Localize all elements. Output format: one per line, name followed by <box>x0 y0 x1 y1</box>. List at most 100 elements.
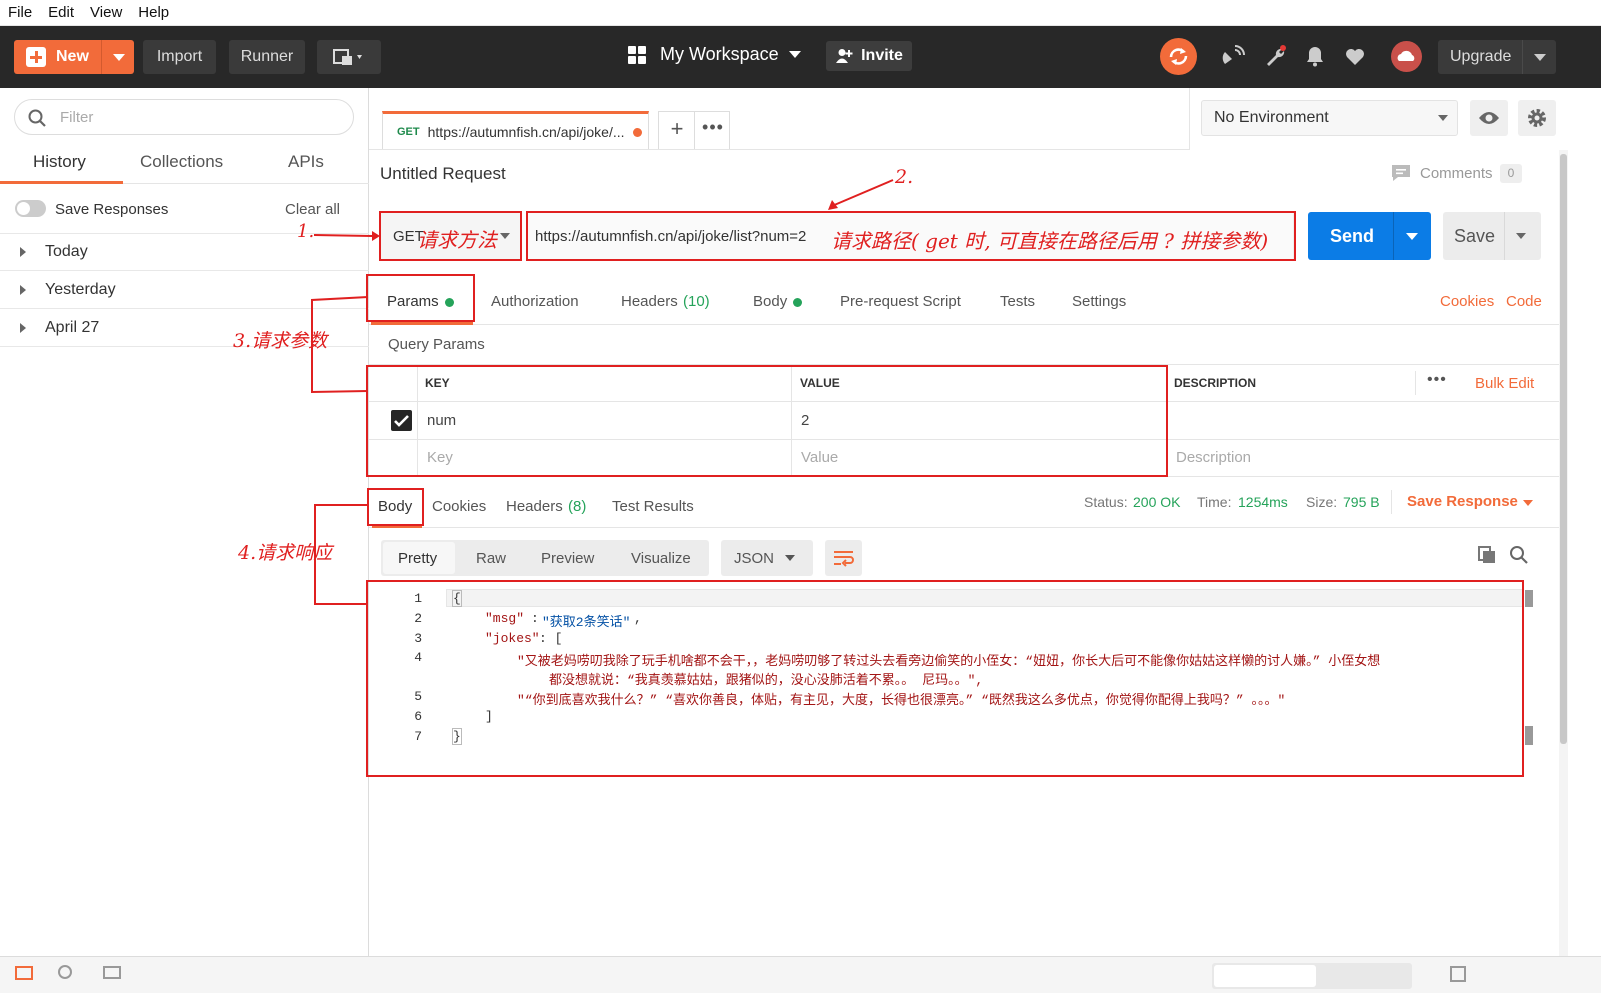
size-label: Size: <box>1306 494 1338 510</box>
bell-icon[interactable] <box>1303 44 1327 68</box>
tab-authorization[interactable]: Authorization <box>491 293 579 310</box>
chevron-down-icon[interactable] <box>1523 500 1533 506</box>
plus-icon <box>26 47 46 67</box>
search-icon[interactable] <box>1509 545 1529 565</box>
more-tabs-icon[interactable]: ••• <box>702 117 724 139</box>
request-title[interactable]: Untitled Request <box>380 164 506 184</box>
time-value: 1254ms <box>1238 494 1288 510</box>
status-bar <box>0 956 1601 993</box>
chevron-down-icon[interactable] <box>1516 233 1526 239</box>
avatar[interactable] <box>1391 41 1422 72</box>
new-button[interactable]: New <box>14 40 134 74</box>
environment-quick-look-button[interactable] <box>1470 100 1508 136</box>
response-view-switch: Pretty Raw Preview Visualize <box>381 540 709 576</box>
annotation-bracket-3 <box>311 296 369 394</box>
copy-icon[interactable] <box>1477 545 1497 565</box>
annotation-arrow-1 <box>313 231 380 241</box>
status-label: Status: <box>1084 494 1128 510</box>
tab-prerequest-script[interactable]: Pre-request Script <box>840 293 961 310</box>
format-select[interactable]: JSON <box>721 540 813 576</box>
environment-select[interactable]: No Environment <box>1201 100 1458 136</box>
comments-count-badge: 0 <box>1500 164 1522 183</box>
settings-wrench-icon[interactable] <box>1264 44 1288 68</box>
save-responses-toggle[interactable] <box>15 200 46 217</box>
heart-icon[interactable] <box>1343 44 1367 68</box>
chevron-down-icon[interactable] <box>1534 54 1546 61</box>
save-button[interactable]: Save <box>1443 212 1541 260</box>
menu-edit[interactable]: Edit <box>48 4 74 21</box>
save-responses-label: Save Responses <box>55 201 169 218</box>
cloud-icon <box>1397 50 1415 61</box>
menu-file[interactable]: File <box>8 4 32 21</box>
tab-settings[interactable]: Settings <box>1072 293 1126 310</box>
tab-apis[interactable]: APIs <box>288 152 324 172</box>
active-tab-indicator <box>0 181 123 184</box>
tab-url: https://autumnfish.cn/api/joke/... <box>427 123 625 140</box>
annotation-box-params-tab <box>366 274 475 322</box>
comment-icon <box>1392 165 1410 181</box>
tab-body[interactable]: Body <box>753 293 787 310</box>
caret-right-icon <box>20 322 26 333</box>
workspace-selector[interactable]: My Workspace <box>628 44 801 65</box>
invite-button[interactable]: Invite <box>826 41 912 71</box>
find-icon[interactable] <box>58 965 72 979</box>
filter-input[interactable]: Filter <box>14 99 354 135</box>
search-icon <box>28 109 46 127</box>
caret-right-icon <box>20 246 26 257</box>
time-label: Time: <box>1197 494 1232 510</box>
active-tab-indicator <box>371 322 473 325</box>
tab-collections[interactable]: Collections <box>140 152 223 172</box>
clear-all-link[interactable]: Clear all <box>285 201 340 218</box>
import-button[interactable]: Import <box>143 40 216 74</box>
comments-link[interactable]: Comments <box>1420 165 1493 182</box>
console-icon[interactable] <box>103 966 121 979</box>
menu-view[interactable]: View <box>90 4 122 21</box>
view-visualize[interactable]: Visualize <box>631 550 691 567</box>
resp-tab-cookies[interactable]: Cookies <box>432 498 486 515</box>
build-browse-toggle[interactable] <box>1212 963 1412 989</box>
wrap-lines-button[interactable] <box>825 540 862 576</box>
toggle-sidebar-icon[interactable] <box>15 966 33 980</box>
cookies-link[interactable]: Cookies <box>1440 293 1494 310</box>
resp-tab-test-results[interactable]: Test Results <box>612 498 694 515</box>
annotation-bracket-4 <box>314 504 368 605</box>
col-description: DESCRIPTION <box>1174 376 1257 390</box>
send-button[interactable]: Send <box>1308 212 1431 260</box>
tab-headers[interactable]: Headers <box>621 293 678 310</box>
manage-environments-button[interactable] <box>1518 100 1556 136</box>
tab-history[interactable]: History <box>33 152 86 172</box>
sync-icon[interactable] <box>1160 38 1197 75</box>
size-value: 795 B <box>1343 494 1380 510</box>
query-params-title: Query Params <box>388 336 485 353</box>
new-window-button[interactable] <box>317 40 381 74</box>
menu-bar: File Edit View Help <box>0 0 1601 26</box>
interceptor-icon[interactable] <box>1221 44 1245 68</box>
chevron-down-icon[interactable] <box>1406 233 1418 240</box>
scroll-marker <box>1525 590 1533 607</box>
view-pretty[interactable]: Pretty <box>398 550 437 567</box>
annotation-arrow-2 <box>828 179 894 210</box>
code-link[interactable]: Code <box>1506 293 1542 310</box>
view-preview[interactable]: Preview <box>541 550 594 567</box>
view-raw[interactable]: Raw <box>476 550 506 567</box>
gear-icon <box>1528 109 1546 127</box>
tab-method: GET <box>397 125 420 138</box>
sidebar-tabs: History Collections APIs <box>0 144 369 184</box>
bulk-edit-link[interactable]: Bulk Edit <box>1475 375 1534 392</box>
runner-button[interactable]: Runner <box>229 40 305 74</box>
unsaved-dot-icon <box>633 128 642 137</box>
resp-tab-headers[interactable]: Headers <box>506 498 563 515</box>
more-options-icon[interactable]: ••• <box>1427 371 1447 389</box>
chevron-down-icon <box>788 51 801 58</box>
add-tab-button[interactable]: + <box>666 116 688 142</box>
workspace-grid-icon <box>628 45 646 64</box>
main-scrollbar[interactable] <box>1559 150 1568 956</box>
request-tab[interactable]: GET https://autumnfish.cn/api/joke/... <box>382 111 649 149</box>
tab-tests[interactable]: Tests <box>1000 293 1035 310</box>
menu-help[interactable]: Help <box>138 4 169 21</box>
upgrade-button[interactable]: Upgrade <box>1438 40 1556 74</box>
two-pane-icon[interactable] <box>1450 966 1466 982</box>
chevron-down-icon[interactable] <box>113 54 125 61</box>
new-description-input[interactable]: Description <box>1176 449 1251 466</box>
save-response-button[interactable]: Save Response <box>1407 493 1518 510</box>
